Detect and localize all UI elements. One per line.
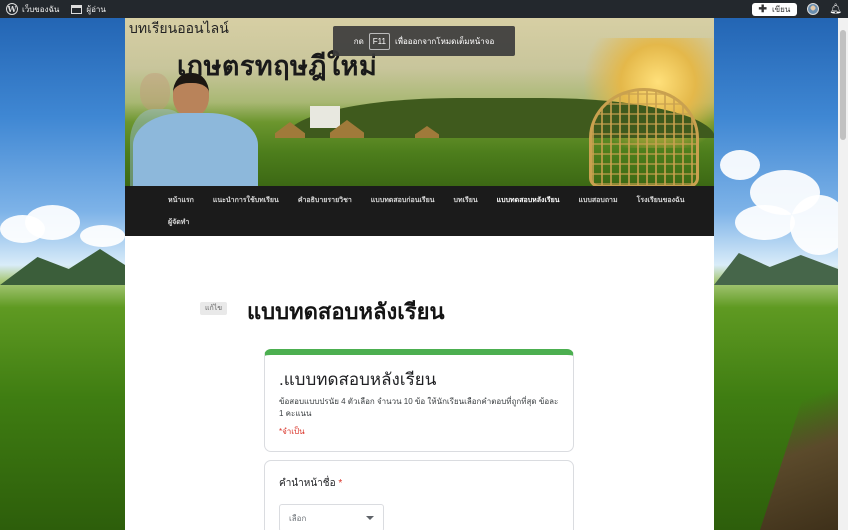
wordpress-logo-icon: W [6, 3, 18, 15]
chevron-down-icon [366, 516, 374, 520]
title-select[interactable]: เลือก [279, 504, 384, 530]
write-button[interactable]: ✚ เขียน [751, 2, 798, 16]
my-site-link[interactable]: W เว็บของฉัน [6, 3, 59, 16]
form-description: ข้อสอบแบบปรนัย 4 ตัวเลือก จำนวน 10 ข้อ ใ… [279, 397, 559, 418]
nav-item-questionnaire[interactable]: แบบสอบถาม [579, 189, 618, 211]
reader-icon [71, 4, 83, 14]
reader-label: ผู้อ่าน [86, 4, 106, 14]
nav-item-home[interactable]: หน้าแรก [168, 189, 194, 211]
page-content: แก้ไข แบบทดสอบหลังเรียน .แบบทดสอบหลังเรี… [125, 236, 714, 530]
required-star: * [338, 478, 343, 489]
nav-item-course-description[interactable]: คำอธิบายรายวิชา [298, 189, 352, 211]
toast-press: กด [353, 36, 364, 46]
edit-link[interactable]: แก้ไข [200, 302, 228, 315]
select-placeholder: เลือก [289, 513, 307, 523]
form-header-card: .แบบทดสอบหลังเรียน ข้อสอบแบบปรนัย 4 ตัวเ… [264, 349, 574, 452]
admin-bar: W เว็บของฉัน ผู้อ่าน ✚ เขียน 🔔︎ [0, 0, 848, 18]
page-scrollbar[interactable] [838, 18, 848, 530]
write-label: เขียน [771, 4, 791, 14]
nav-item-my-school[interactable]: โรงเรียนของฉัน [637, 189, 685, 211]
form-title: .แบบทดสอบหลังเรียน [279, 370, 437, 389]
reader-link[interactable]: ผู้อ่าน [71, 3, 106, 16]
site-container: บทเรียนออนไลน์ เกษตรทฤษฎีใหม่ หน้าแรก แน… [125, 18, 714, 530]
notifications-icon[interactable]: 🔔︎ [829, 4, 842, 15]
question-label: คำนำหน้าชื่อ * [279, 476, 342, 491]
write-icon: ✚ [758, 3, 767, 15]
toast-message: เพื่อออกจากโหมดเต็มหน้าจอ [394, 36, 495, 46]
bamboo-basket-image [589, 88, 699, 186]
required-note: *จำเป็น [279, 427, 305, 436]
user-avatar[interactable] [807, 3, 820, 15]
nav-item-lessons[interactable]: บทเรียน [454, 189, 478, 211]
nav-item-pretest[interactable]: แบบทดสอบก่อนเรียน [371, 189, 435, 211]
my-site-label: เว็บของฉัน [22, 4, 60, 14]
question-card: คำนำหน้าชื่อ * เลือก [264, 460, 574, 530]
page-title: แบบทดสอบหลังเรียน [247, 299, 445, 325]
question-text: คำนำหน้าชื่อ [279, 478, 336, 489]
nav-item-authors[interactable]: ผู้จัดทำ [168, 211, 189, 233]
nav-item-posttest[interactable]: แบบทดสอบหลังเรียน [497, 189, 560, 211]
site-description: บทเรียนออนไลน์ [129, 21, 229, 37]
nav-item-lesson-guide[interactable]: แนะนำการใช้บทเรียน [213, 189, 279, 211]
student-photo [133, 73, 258, 186]
f11-key: F11 [368, 32, 390, 50]
fullscreen-exit-toast: กด F11 เพื่อออกจากโหมดเต็มหน้าจอ [333, 26, 515, 56]
main-navigation: หน้าแรก แนะนำการใช้บทเรียน คำอธิบายรายวิ… [125, 186, 714, 236]
